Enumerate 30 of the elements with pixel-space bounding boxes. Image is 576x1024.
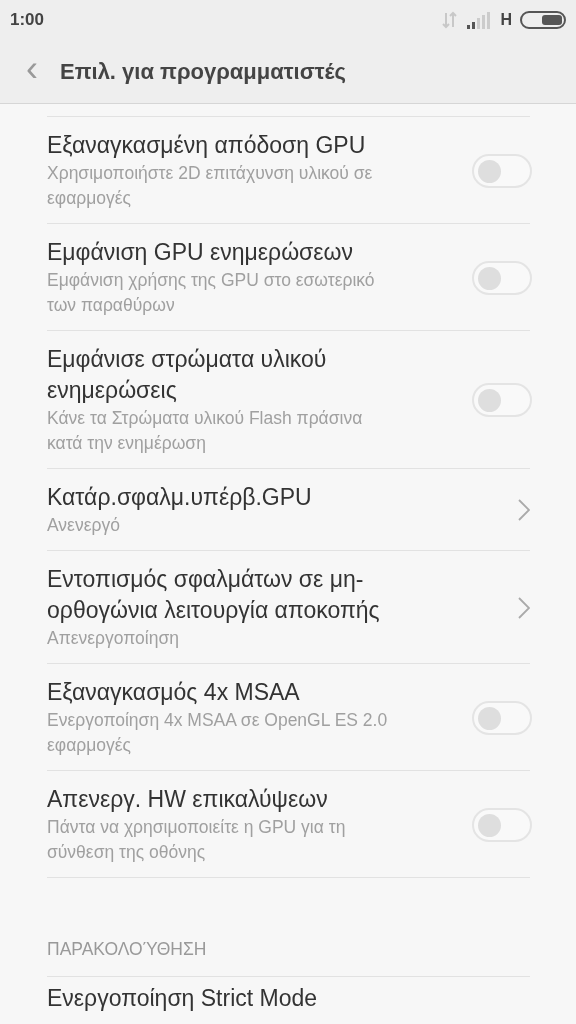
setting-description: Χρησιμοποιήστε 2D επιτάχυνση υλικού σε εφαρμογές [47,162,374,210]
setting-description: Ενεργοποίηση 4x MSAA σε OpenGL ES 2.0 εφαρμογές [47,709,389,757]
section-header: ΠΑΡΑΚΟΛΟΎΘΗΣΗ [47,878,530,978]
back-button[interactable]: ‹ [26,50,48,93]
setting-description: Εμφάνιση χρήσης της GPU στο εσωτερικό των παραθύρων [47,269,376,317]
status-time: 1:00 [10,9,45,32]
setting-description: Πάντα να χρησιμοποιείτε η GPU για τη σύνθεση της οθόνης [47,816,347,864]
setting-title: Απενεργ. HW επικαλύψεων [47,785,329,814]
network-type: H [500,10,512,30]
toggle-switch[interactable] [472,153,532,188]
setting-title: Εμφάνισε στρώματα υλικού ενημερώσεις [47,345,328,405]
setting-title: Εντοπισμός σφαλμάτων σε μη-ορθογώνια λειτουργία αποκοπής [47,565,381,625]
battery-icon [520,11,566,29]
toggle-switch[interactable] [472,700,532,735]
page-title: Επιλ. για προγραμματιστές [60,58,346,86]
toggle-switch[interactable] [472,383,532,417]
data-arrows-icon [442,11,459,29]
setting-title: Εξαναγκασμένη απόδοση GPU [47,131,367,160]
toggle-switch[interactable] [472,807,532,842]
setting-description: Απενεργοποίηση [47,627,180,650]
setting-description: Κάνε τα Στρώματα υλικού Flash πράσινα κατά την ενημέρωση [47,407,364,455]
setting-title: Ενεργοποίηση Strict Mode [47,984,319,1014]
setting-title: Εμφάνιση GPU ενημερώσεων [47,238,355,267]
setting-title: Κατάρ.σφαλμ.υπέρβ.GPU [47,483,313,512]
setting-title: Εξαναγκασμός 4x MSAA [47,678,301,707]
setting-description: Ανενεργό [47,514,121,537]
chevron-right-icon[interactable] [518,596,530,619]
signal-icon [466,11,493,29]
toggle-switch[interactable] [472,260,532,295]
chevron-right-icon[interactable] [518,499,530,521]
